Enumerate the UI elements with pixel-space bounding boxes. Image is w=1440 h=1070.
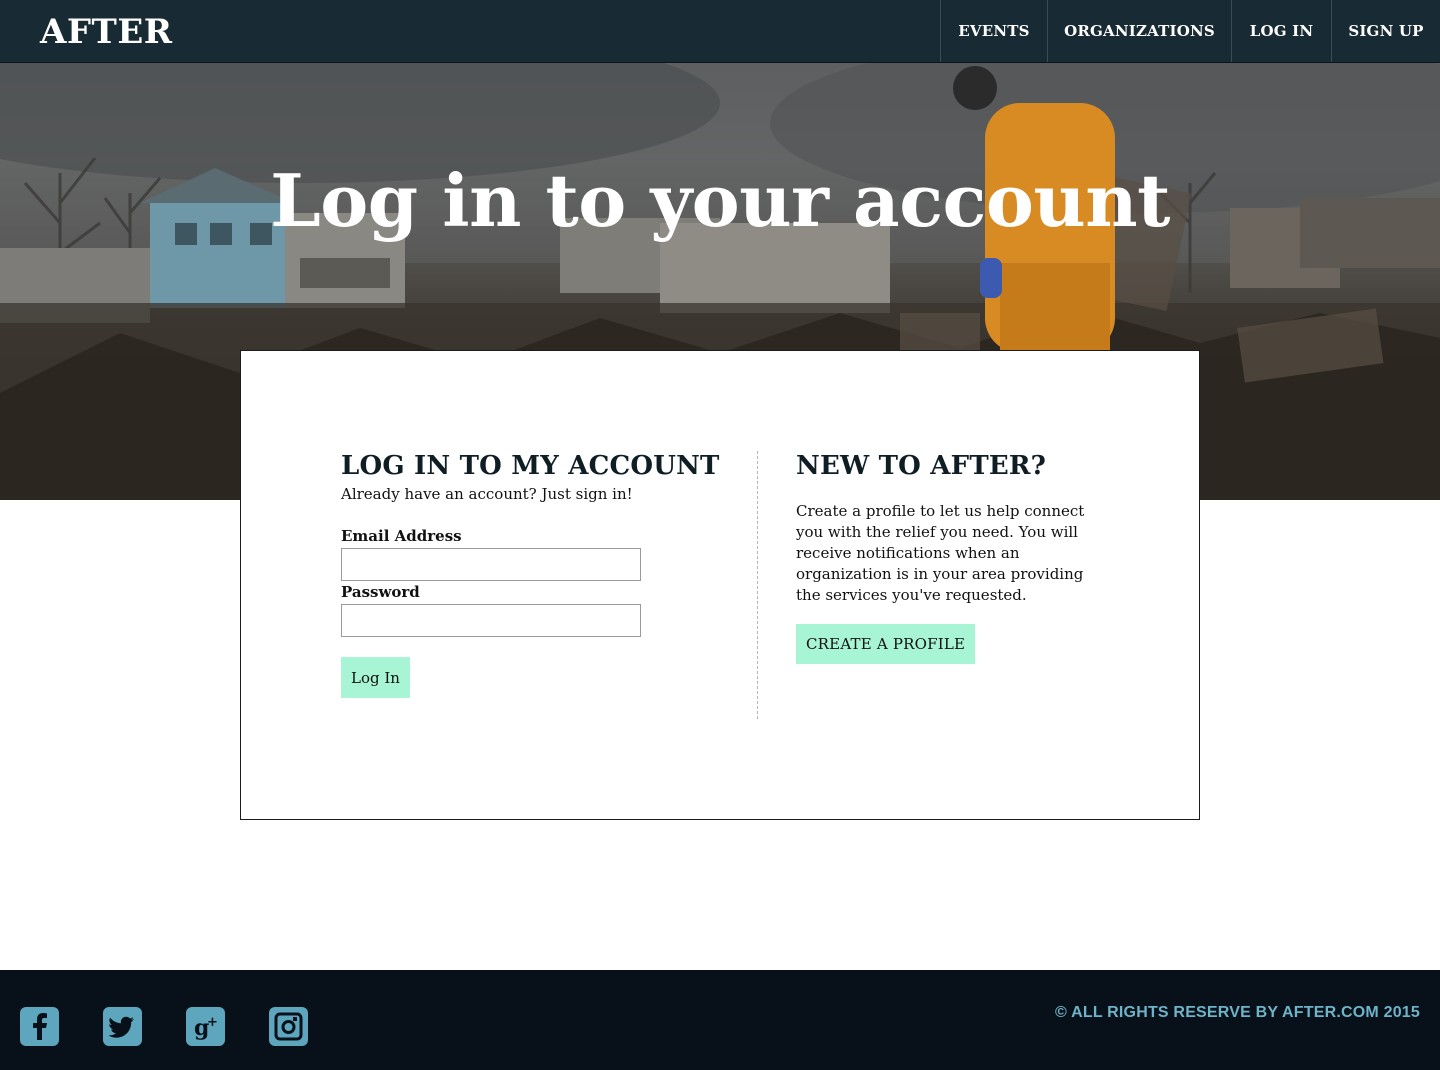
social-links: g +	[20, 1007, 308, 1046]
signup-heading: NEW TO AFTER?	[796, 451, 1047, 481]
nav-item-organizations[interactable]: ORGANIZATIONS	[1047, 0, 1231, 62]
svg-text:+: +	[207, 1015, 218, 1030]
instagram-icon[interactable]	[269, 1007, 308, 1046]
nav-item-log-in[interactable]: LOG IN	[1231, 0, 1331, 62]
copyright-text: © ALL RIGHTS RESERVE BY AFTER.COM 2015	[1055, 1004, 1420, 1021]
page-title: Log in to your account	[270, 158, 1170, 243]
signup-section: NEW TO AFTER? Create a profile to let us…	[796, 451, 1106, 664]
page-footer: g + © ALL RIGHTS RESERVE BY AFTER.COM 201…	[0, 970, 1440, 1070]
nav-item-sign-up[interactable]: SIGN UP	[1331, 0, 1440, 62]
brand-logo[interactable]: AFTER	[40, 12, 173, 52]
create-profile-button[interactable]: CREATE A PROFILE	[796, 624, 976, 664]
nav-item-events[interactable]: EVENTS	[940, 0, 1047, 62]
facebook-icon[interactable]	[20, 1007, 59, 1046]
log-in-button[interactable]: Log In	[341, 657, 410, 698]
login-heading: LOG IN TO MY ACCOUNT	[341, 451, 720, 481]
login-section: LOG IN TO MY ACCOUNT Already have an acc…	[341, 451, 721, 698]
email-field[interactable]	[341, 548, 641, 581]
email-label: Email Address	[341, 527, 462, 545]
login-subtext: Already have an account? Just sign in!	[341, 485, 633, 503]
twitter-icon[interactable]	[103, 1007, 142, 1046]
google-plus-icon[interactable]: g +	[186, 1007, 225, 1046]
password-field[interactable]	[341, 604, 641, 637]
password-label: Password	[341, 583, 420, 601]
signup-description: Create a profile to let us help connect …	[796, 502, 1085, 604]
login-card: LOG IN TO MY ACCOUNT Already have an acc…	[240, 350, 1200, 820]
main-nav: EVENTS ORGANIZATIONS LOG IN SIGN UP	[940, 0, 1440, 62]
column-divider	[757, 451, 758, 719]
top-navbar: AFTER EVENTS ORGANIZATIONS LOG IN SIGN U…	[0, 0, 1440, 63]
